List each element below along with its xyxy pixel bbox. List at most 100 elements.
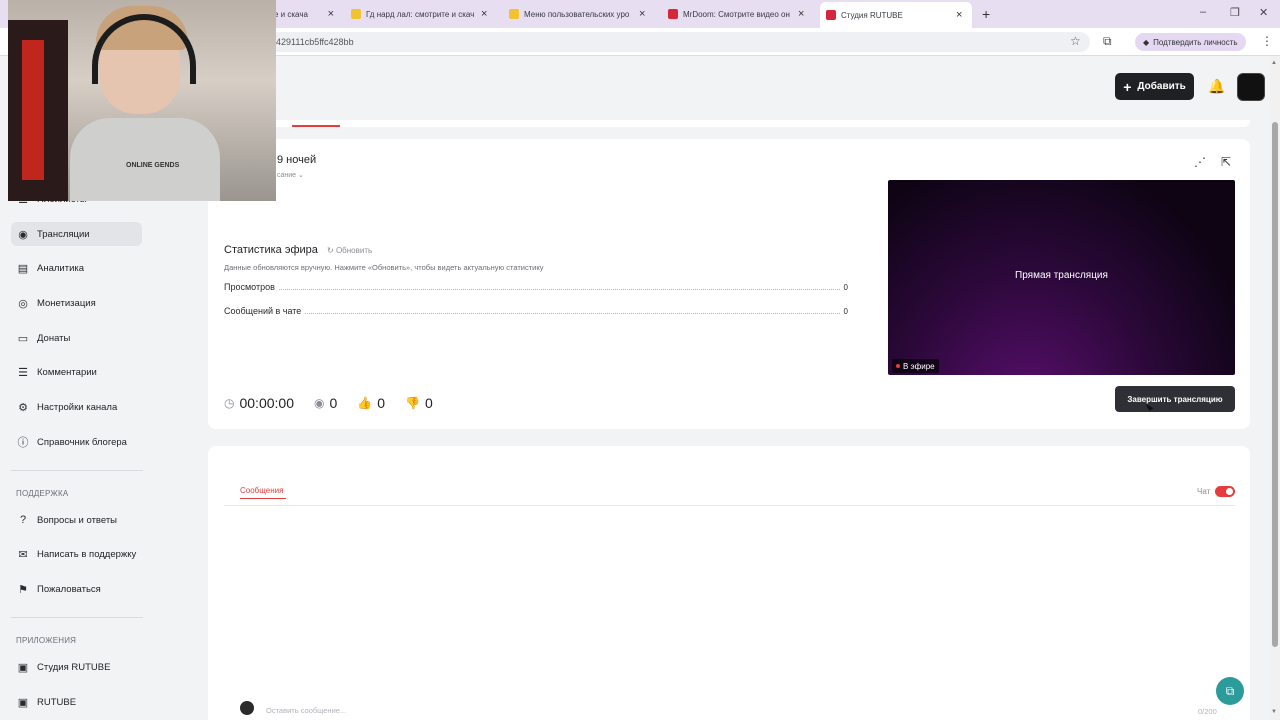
- tab-title: MrDoom: Смотрите видео он: [683, 9, 790, 19]
- sidebar-item-label: Трансляции: [37, 228, 90, 240]
- stats-row-views: Просмотров 0: [224, 282, 848, 292]
- browser-tab[interactable]: Гд нард лал: смотрите и скач ×: [345, 4, 497, 24]
- shirt-text: ONLINE GENDS: [126, 162, 180, 169]
- sidebar-item-write-support[interactable]: ✉ Написать в поддержку: [11, 542, 142, 566]
- duration-metric: ◷ 00:00:00: [224, 395, 294, 411]
- tab-title: е и скача: [274, 9, 308, 19]
- url-field[interactable]: 429111cb5ffc428bb: [268, 32, 1090, 52]
- stream-preview-player[interactable]: Прямая трансляция В эфире: [888, 180, 1235, 375]
- active-tab-indicator: [292, 125, 340, 127]
- likes-value: 0: [377, 395, 386, 411]
- webcam-person-body: [70, 118, 220, 201]
- close-icon[interactable]: ×: [481, 8, 487, 20]
- stream-description-toggle[interactable]: сание ⌄: [277, 171, 304, 179]
- avatar[interactable]: [1237, 73, 1265, 101]
- likes-metric: 👍 0: [357, 395, 385, 411]
- viewers-metric: ◉ 0: [314, 395, 337, 411]
- browser-tab-active[interactable]: Студия RUTUBE ×: [820, 2, 972, 28]
- sidebar-item-report[interactable]: ⚑ Пожаловаться: [11, 577, 142, 601]
- add-button[interactable]: + Добавить: [1115, 73, 1194, 100]
- browser-tab[interactable]: е и скача ×: [268, 4, 340, 24]
- sidebar-item-channel-settings[interactable]: ⚙ Настройки канала: [11, 395, 142, 419]
- sidebar-item-analytics[interactable]: ▤ Аналитика: [11, 256, 142, 280]
- sidebar-item-studio[interactable]: ▣ Студия RUTUBE: [11, 655, 142, 679]
- refresh-button[interactable]: ↻ Обновить: [327, 246, 372, 255]
- sidebar-item-label: Комментарии: [37, 366, 97, 378]
- verify-identity-button[interactable]: ◆ Подтвердить личность: [1135, 33, 1246, 51]
- sidebar-item-label: Настройки канала: [37, 401, 118, 413]
- viewers-value: 0: [329, 395, 338, 411]
- verify-icon: ◆: [1143, 37, 1150, 47]
- live-badge: В эфире: [892, 359, 939, 373]
- avatar: [240, 701, 254, 715]
- stats-note: Данные обновляются вручную. Нажмите «Обн…: [224, 263, 544, 272]
- refresh-label: Обновить: [335, 246, 373, 255]
- maximize-icon[interactable]: ❐: [1230, 6, 1240, 19]
- active-tab-indicator: [240, 498, 286, 499]
- dislikes-metric: 👎 0: [405, 395, 433, 411]
- chat-toggle-label: Чат: [1197, 487, 1211, 496]
- sidebar-item-rutube[interactable]: ▣ RUTUBE: [11, 690, 142, 714]
- end-stream-label: Завершить трансляцию: [1127, 394, 1223, 404]
- close-icon[interactable]: ×: [956, 9, 962, 21]
- browser-menu-icon[interactable]: ⋮: [1261, 34, 1273, 48]
- sidebar-item-broadcasts[interactable]: ◉ Трансляции: [11, 222, 142, 246]
- stats-row-chat-messages: Сообщений в чате 0: [224, 306, 848, 316]
- share-icon[interactable]: ⋰: [1194, 155, 1206, 169]
- new-tab-icon[interactable]: +: [982, 6, 990, 22]
- sidebar-item-label: Написать в поддержку: [37, 548, 137, 560]
- close-icon[interactable]: ×: [798, 8, 804, 20]
- dotted-leader: [278, 289, 840, 290]
- dislikes-value: 0: [424, 395, 433, 411]
- money-icon: ◎: [18, 297, 28, 310]
- stream-subtitle: сание: [277, 172, 297, 179]
- tab-title: Меню пользовательских уро: [524, 9, 630, 19]
- scroll-down-icon[interactable]: ▼: [1271, 709, 1277, 715]
- bookmark-star-icon[interactable]: ☆: [1070, 34, 1081, 48]
- chat-toggle[interactable]: [1215, 486, 1235, 497]
- comment-icon: ☰: [18, 366, 28, 379]
- stats-title: Статистика эфира: [224, 244, 318, 256]
- tab-favicon-icon: [509, 9, 519, 19]
- end-stream-button[interactable]: Завершить трансляцию: [1115, 386, 1235, 412]
- mail-icon: ✉: [18, 548, 28, 561]
- add-button-label: Добавить: [1137, 81, 1186, 92]
- minimize-icon[interactable]: –: [1200, 6, 1206, 18]
- rutube-icon: ▣: [17, 696, 29, 709]
- char-count: 0/200: [1198, 707, 1217, 716]
- support-chat-button[interactable]: ⧉: [1216, 677, 1244, 705]
- stats-row-value: 0: [843, 307, 848, 316]
- chat-message-input[interactable]: Оставить сообщение...: [266, 706, 346, 715]
- bell-icon[interactable]: 🔔: [1208, 78, 1225, 95]
- plus-icon: +: [1123, 78, 1132, 95]
- sidebar-item-label: Вопросы и ответы: [37, 514, 118, 526]
- close-icon[interactable]: ×: [639, 8, 645, 20]
- browser-tab[interactable]: Меню пользовательских уро ×: [503, 4, 655, 24]
- divider: [224, 505, 1235, 506]
- chat-card: [208, 446, 1250, 720]
- apps-section-title: ПРИЛОЖЕНИЯ: [16, 636, 77, 645]
- viewer-icon: ◉: [313, 396, 325, 410]
- external-link-icon[interactable]: ⇱: [1221, 155, 1231, 169]
- tab-title: Студия RUTUBE: [841, 10, 903, 20]
- chevron-down-icon: ⌄: [298, 172, 304, 179]
- window-close-icon[interactable]: ✕: [1259, 6, 1268, 19]
- sidebar-item-donations[interactable]: ▭ Донаты: [11, 326, 142, 350]
- chat-bubble-icon: ⧉: [1225, 683, 1235, 698]
- sidebar-item-monetization[interactable]: ◎ Монетизация: [11, 291, 142, 315]
- sidebar-item-label: Справочник блогера: [37, 436, 127, 448]
- sidebar-item-blogger-guide[interactable]: ⓘ Справочник блогера: [11, 430, 142, 454]
- tab-messages[interactable]: Сообщения: [240, 486, 283, 495]
- help-icon: ?: [19, 514, 27, 526]
- extensions-icon[interactable]: ⧉: [1103, 34, 1112, 49]
- sidebar-item-label: Монетизация: [37, 297, 96, 309]
- browser-tab[interactable]: MrDoom: Смотрите видео он ×: [662, 4, 814, 24]
- sidebar-item-faq[interactable]: ? Вопросы и ответы: [11, 508, 142, 532]
- close-icon[interactable]: ×: [328, 8, 334, 20]
- scroll-up-icon[interactable]: ▲: [1271, 60, 1277, 66]
- info-icon: ⓘ: [17, 437, 29, 449]
- tab-favicon-icon: [351, 9, 361, 19]
- scrollbar-thumb[interactable]: [1272, 122, 1278, 647]
- stats-row-label: Сообщений в чате: [224, 306, 302, 316]
- sidebar-item-comments[interactable]: ☰ Комментарии: [11, 360, 142, 384]
